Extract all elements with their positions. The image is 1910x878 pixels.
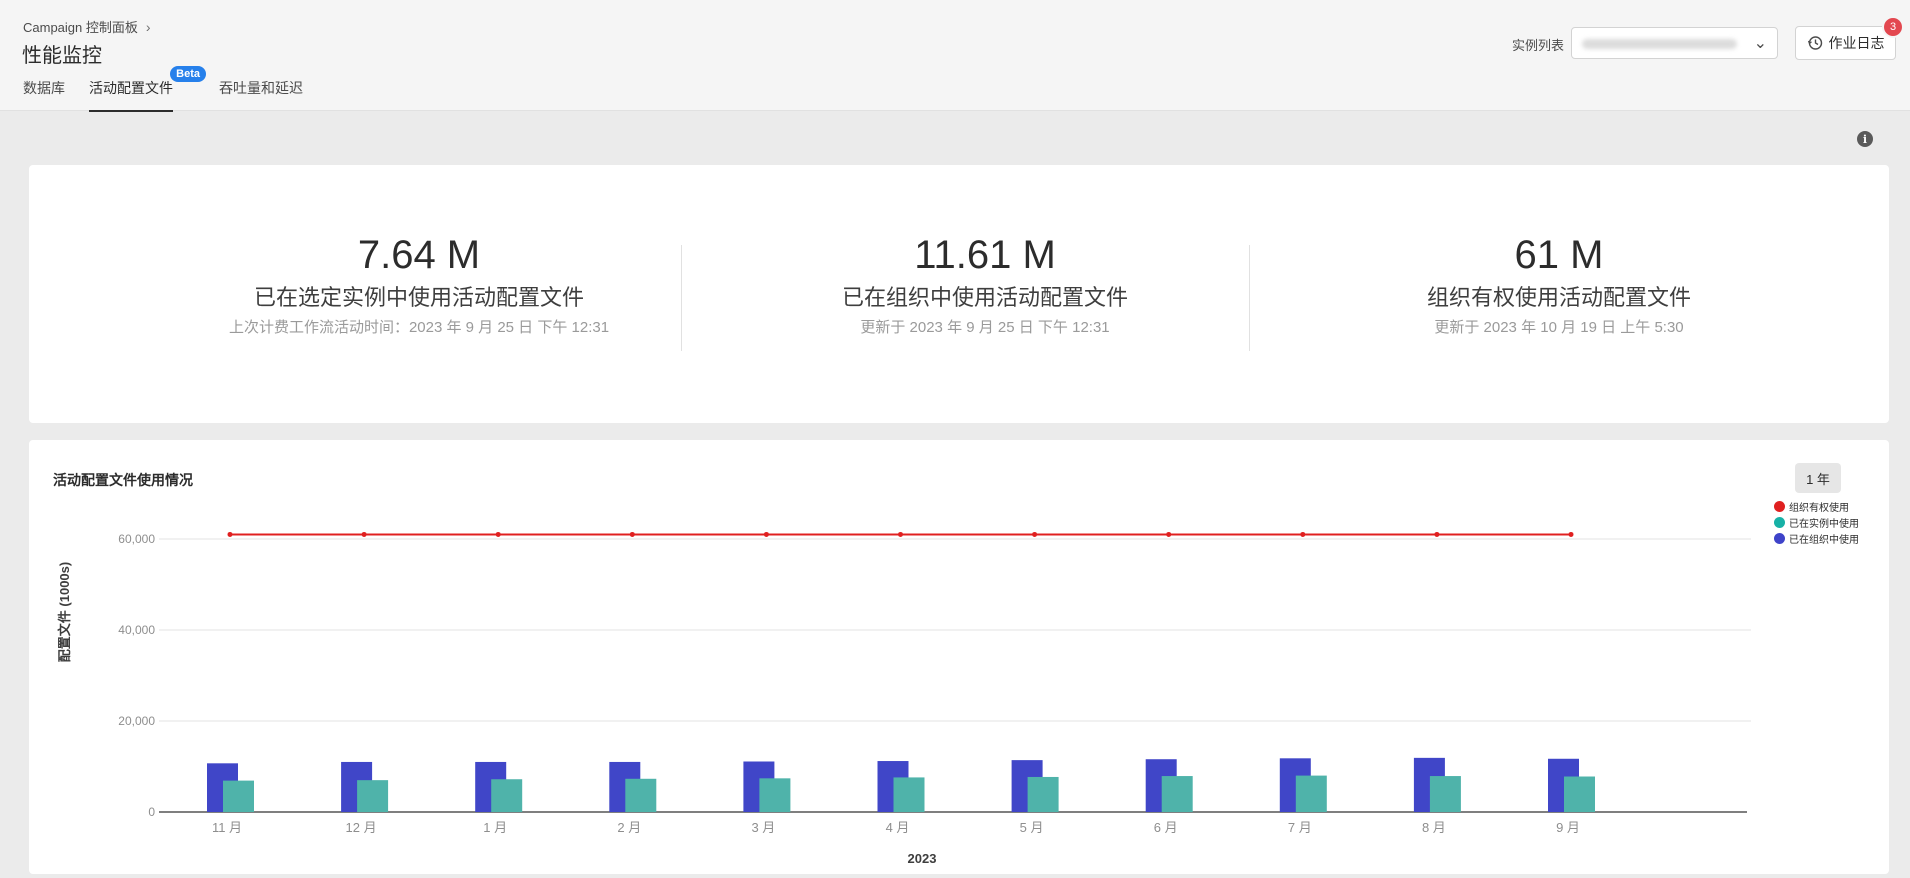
bar-instance-usage — [1564, 776, 1595, 812]
stat-instance-usage: 7.64 M 已在选定实例中使用活动配置文件 上次计费工作流活动时间：2023 … — [139, 233, 699, 337]
entitlement-point — [629, 531, 635, 537]
y-tick-label: 20,000 — [118, 714, 155, 728]
entitlement-point — [227, 531, 233, 537]
instance-value-redacted — [1582, 39, 1737, 49]
bar-instance-usage — [223, 780, 254, 812]
tab-throughput-latency[interactable]: 吞吐量和延迟 — [219, 78, 303, 112]
breadcrumb: Campaign 控制面板 › — [23, 17, 151, 36]
stat-value: 11.61 M — [914, 233, 1056, 277]
page-header: Campaign 控制面板 › 性能监控 数据库 活动配置文件 Beta 吞吐量… — [0, 0, 1910, 112]
stats-card: 7.64 M 已在选定实例中使用活动配置文件 上次计费工作流活动时间：2023 … — [29, 165, 1889, 423]
x-tick-label: 11 月 — [212, 820, 242, 835]
history-icon — [1807, 36, 1822, 50]
bar-instance-usage — [1295, 775, 1327, 812]
stat-value: 61 M — [1514, 233, 1604, 277]
bar-instance-usage — [759, 778, 791, 812]
info-icon[interactable]: i — [1857, 131, 1873, 147]
entitlement-point — [898, 531, 903, 537]
stat-label: 组织有权使用活动配置文件 — [1426, 285, 1691, 310]
x-axis-label: 2023 — [908, 851, 937, 866]
breadcrumb-link[interactable]: Campaign 控制面板 — [23, 17, 138, 36]
x-tick-label: 1 月 — [483, 820, 507, 835]
stat-label: 已在组织中使用活动配置文件 — [841, 285, 1128, 310]
job-log-button[interactable]: 作业日志 — [1795, 26, 1896, 60]
stat-updated: 更新于 2023 年 10 月 19 日 上午 5:30 — [1434, 319, 1684, 336]
entitlement-point — [495, 531, 501, 537]
x-tick-label: 3 月 — [751, 820, 775, 835]
tab-active-profiles[interactable]: 活动配置文件 Beta — [89, 66, 206, 112]
bar-instance-usage — [1027, 776, 1059, 812]
instance-select[interactable]: ⌄ — [1571, 27, 1778, 59]
stat-updated: 更新于 2023 年 9 月 25 日 下午 12:31 — [860, 319, 1110, 336]
stat-value: 7.64 M — [357, 233, 481, 277]
instance-list-label: 实例列表 — [1512, 38, 1565, 53]
stat-divider — [681, 245, 682, 351]
page-title: 性能监控 — [22, 45, 102, 67]
stat-org-usage: 11.61 M 已在组织中使用活动配置文件 更新于 2023 年 9 月 25 … — [705, 233, 1265, 337]
entitlement-point — [1300, 531, 1306, 537]
stat-label: 已在选定实例中使用活动配置文件 — [253, 285, 584, 310]
entitlement-point — [361, 531, 367, 537]
x-tick-label: 6 月 — [1154, 820, 1178, 835]
chevron-down-icon: ⌄ — [1753, 35, 1767, 52]
bar-instance-usage — [1429, 776, 1461, 812]
entitlement-point — [1166, 531, 1172, 537]
bar-instance-usage — [893, 777, 925, 812]
entitlement-point — [763, 531, 769, 537]
y-tick-label: 40,000 — [118, 623, 155, 637]
x-tick-label: 9 月 — [1556, 820, 1580, 835]
stat-updated: 上次计费工作流活动时间：2023 年 9 月 25 日 下午 12:31 — [228, 319, 610, 336]
x-tick-label: 4 月 — [886, 820, 910, 835]
entitlement-point — [1568, 531, 1574, 537]
tab-bar: 数据库 活动配置文件 Beta 吞吐量和延迟 — [23, 66, 327, 112]
job-log-label: 作业日志 — [1828, 35, 1885, 51]
x-tick-label: 8 月 — [1422, 820, 1446, 835]
notification-badge: 3 — [1882, 16, 1904, 38]
chevron-right-icon: › — [145, 18, 151, 35]
y-tick-label: 0 — [148, 805, 155, 819]
usage-chart-card: 活动配置文件使用情况 1 年 组织有权使用 已在实例中使用 已在组织中使用 02… — [29, 440, 1889, 874]
stat-entitlement: 61 M 组织有权使用活动配置文件 更新于 2023 年 10 月 19 日 上… — [1279, 233, 1839, 337]
entitlement-point — [1434, 531, 1440, 537]
beta-badge: Beta — [170, 66, 206, 82]
tab-label: 活动配置文件 — [89, 80, 173, 96]
stat-divider — [1249, 245, 1250, 351]
entitlement-point — [1032, 531, 1038, 537]
bar-instance-usage — [491, 779, 523, 812]
x-tick-label: 12 月 — [346, 820, 377, 835]
tab-database[interactable]: 数据库 — [23, 78, 65, 112]
x-tick-label: 5 月 — [1020, 820, 1044, 835]
x-tick-label: 2 月 — [617, 820, 641, 835]
bar-instance-usage — [357, 780, 389, 812]
usage-chart: 0 20,000 40,000 60,000 11 月 12 月 1 月 2 月 3 月 4 月 5… — [57, 531, 1751, 866]
bar-instance-usage — [625, 778, 657, 812]
x-tick-label: 7 月 — [1288, 820, 1312, 835]
bar-instance-usage — [1161, 776, 1193, 812]
y-axis-label: 配置文件 (1000s) — [57, 562, 72, 662]
y-tick-label: 60,000 — [118, 532, 155, 546]
